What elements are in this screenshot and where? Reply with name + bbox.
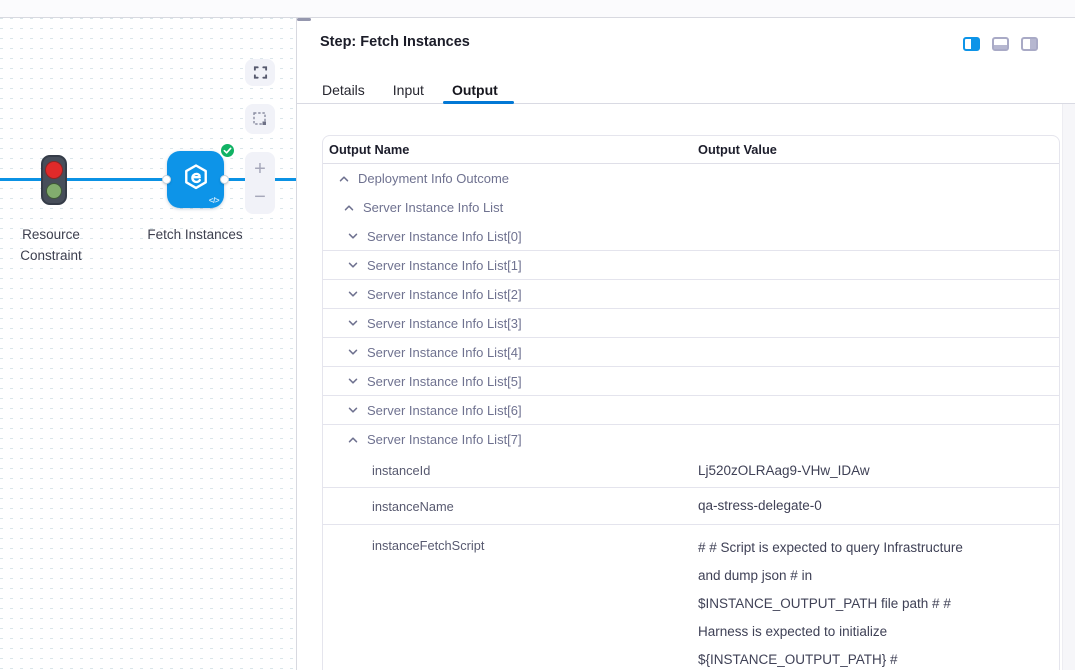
step-tabs: Details Input Output	[322, 82, 498, 112]
chevron-icon	[338, 173, 350, 185]
tree-row-list-7[interactable]: Server Instance Info List[7]	[323, 425, 1059, 454]
output-value: qa-stress-delegate-0	[698, 492, 986, 520]
tree-row-list-4[interactable]: Server Instance Info List[4]	[323, 338, 1059, 367]
active-tab-underline	[443, 101, 514, 104]
tabs-bottom-border	[297, 103, 1075, 104]
node-label-fetch-instances: Fetch Instances	[128, 224, 262, 245]
output-table: Output Name Output Value Deployment Info…	[322, 135, 1060, 670]
panel-scrollbar[interactable]	[1062, 104, 1075, 670]
output-row-instance-id: instanceId Lj520zOLRAag9-VHw_IDAw	[323, 454, 1059, 488]
node-label-resource-constraint: Resource Constraint	[3, 224, 99, 266]
output-key: instanceName	[323, 499, 698, 514]
zoom-out-button[interactable]: −	[254, 186, 266, 208]
minimize-icon[interactable]	[297, 18, 311, 21]
tree-row-list-2[interactable]: Server Instance Info List[2]	[323, 280, 1059, 309]
chevron-icon	[347, 317, 359, 329]
column-header-output-name: Output Name	[323, 142, 698, 157]
right-panel-view-icon[interactable]	[1021, 37, 1038, 51]
tree-row-server-instance-info-list[interactable]: Server Instance Info List	[323, 193, 1059, 222]
tree-row-list-1[interactable]: Server Instance Info List[1]	[323, 251, 1059, 280]
chevron-icon	[347, 404, 359, 416]
zoom-button-group: + −	[245, 152, 275, 214]
node-port-in	[162, 175, 171, 184]
traffic-light-red-icon	[45, 161, 63, 179]
fit-to-screen-button[interactable]	[245, 59, 275, 86]
output-value: Lj520zOLRAag9-VHw_IDAw	[698, 457, 986, 485]
step-panel-title: Step: Fetch Instances	[320, 34, 470, 50]
tree-row-list-3[interactable]: Server Instance Info List[3]	[323, 309, 1059, 338]
chevron-icon	[347, 434, 359, 446]
fetch-instances-node[interactable]: </>	[167, 151, 224, 208]
tab-output[interactable]: Output	[452, 82, 498, 112]
top-bar	[0, 0, 1075, 18]
tree-row-deployment-info-outcome[interactable]: Deployment Info Outcome	[323, 164, 1059, 193]
app-window: Resource Constraint </> Fetch Instances	[0, 0, 1075, 670]
chevron-icon	[343, 202, 355, 214]
marquee-select-button[interactable]	[245, 104, 275, 134]
success-check-icon	[219, 142, 236, 159]
chevron-icon	[347, 346, 359, 358]
tab-details[interactable]: Details	[322, 82, 365, 112]
tree-row-list-6[interactable]: Server Instance Info List[6]	[323, 396, 1059, 425]
tab-input[interactable]: Input	[393, 82, 424, 112]
tree-row-list-5[interactable]: Server Instance Info List[5]	[323, 367, 1059, 396]
bottom-panel-view-icon[interactable]	[992, 37, 1009, 51]
column-header-output-value: Output Value	[698, 142, 777, 157]
split-view-icon[interactable]	[963, 37, 980, 51]
step-detail-panel: Step: Fetch Instances Details Input Outp…	[297, 18, 1075, 670]
output-row-instance-fetch-script: instanceFetchScript # # Script is expect…	[323, 525, 1059, 670]
chevron-icon	[347, 375, 359, 387]
chevron-icon	[347, 288, 359, 300]
output-value: # # Script is expected to query Infrastr…	[698, 534, 986, 670]
chevron-icon	[347, 259, 359, 271]
chevron-icon	[347, 230, 359, 242]
node-port-out	[220, 175, 229, 184]
traffic-light-green-icon	[46, 183, 62, 199]
zoom-in-button[interactable]: +	[254, 158, 266, 180]
output-table-header: Output Name Output Value	[323, 136, 1059, 164]
output-row-instance-name: instanceName qa-stress-delegate-0	[323, 488, 1059, 525]
tree-row-list-0[interactable]: Server Instance Info List[0]	[323, 222, 1059, 251]
output-key: instanceFetchScript	[323, 534, 698, 553]
harness-step-icon	[180, 161, 212, 198]
resource-constraint-node[interactable]	[41, 155, 67, 205]
pipeline-canvas[interactable]: Resource Constraint </> Fetch Instances	[0, 18, 296, 670]
output-key: instanceId	[323, 463, 698, 478]
code-icon: </>	[209, 196, 219, 205]
